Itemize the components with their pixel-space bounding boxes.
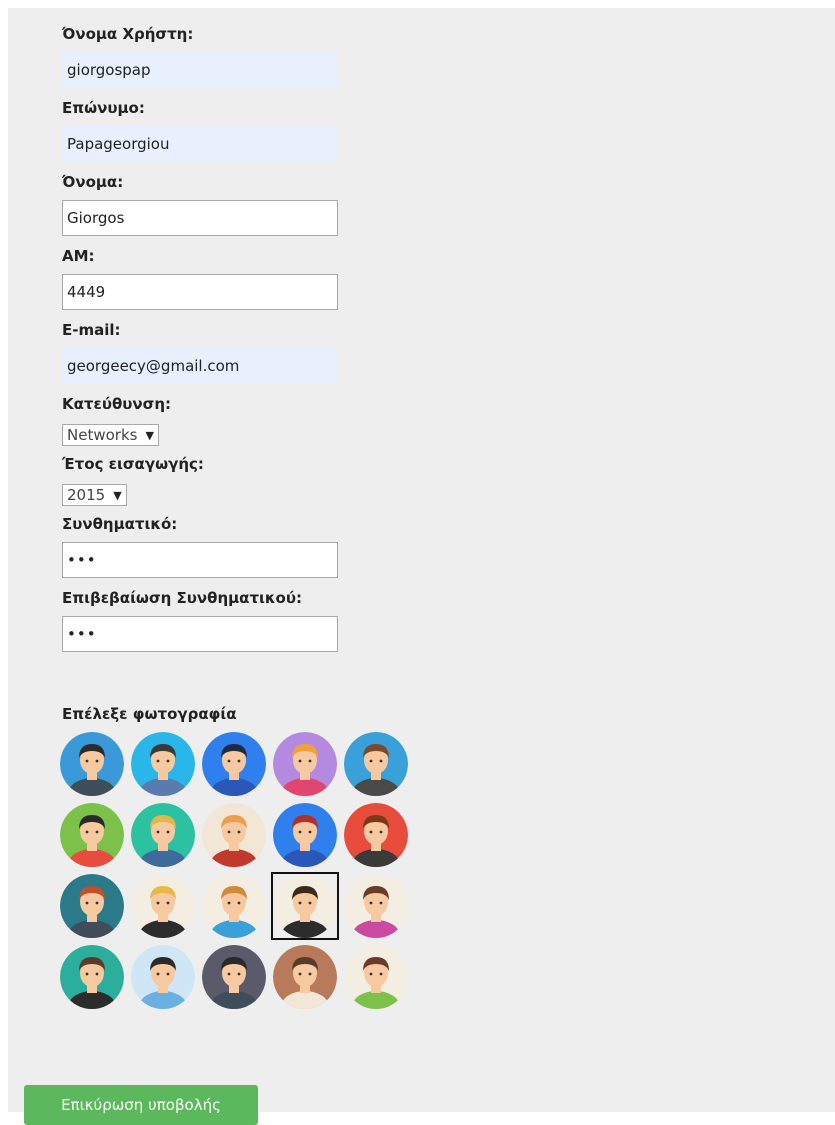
avatar-icon xyxy=(60,945,124,1009)
submit-button[interactable]: Επικύρωση υποβολής xyxy=(24,1085,258,1125)
avatar-option[interactable] xyxy=(129,801,197,869)
registration-form: Όνομα Χρήστη: Επώνυμο: Όνομα: ΑΜ: E-mail… xyxy=(62,22,482,660)
avatar-icon xyxy=(131,945,195,1009)
avatar-icon xyxy=(344,874,408,938)
password-label: Συνθηματικό: xyxy=(62,515,178,533)
avatar-icon xyxy=(131,874,195,938)
avatar-icon xyxy=(273,874,337,938)
avatar-option[interactable] xyxy=(200,801,268,869)
avatar-icon xyxy=(202,945,266,1009)
avatar-option[interactable] xyxy=(129,730,197,798)
avatar-icon xyxy=(344,803,408,867)
password-input[interactable] xyxy=(62,542,338,578)
avatar-option[interactable] xyxy=(271,943,339,1011)
avatar-icon xyxy=(273,803,337,867)
avatar-option[interactable] xyxy=(271,801,339,869)
chevron-down-icon: ▼ xyxy=(145,428,154,442)
avatar-icon xyxy=(273,945,337,1009)
surname-label: Επώνυμο: xyxy=(62,99,145,117)
avatar-icon xyxy=(202,732,266,796)
avatar-icon xyxy=(60,874,124,938)
avatar-option[interactable] xyxy=(271,730,339,798)
surname-input[interactable] xyxy=(62,126,338,162)
avatar-option[interactable] xyxy=(200,872,268,940)
photo-heading: Επέλεξε φωτογραφία xyxy=(62,705,237,723)
avatar-icon xyxy=(273,732,337,796)
avatar-option[interactable] xyxy=(342,872,410,940)
avatar-icon xyxy=(202,874,266,938)
avatar-option[interactable] xyxy=(129,872,197,940)
direction-select[interactable]: Networks ▼ xyxy=(62,424,159,446)
avatar-icon xyxy=(60,732,124,796)
avatar-option[interactable] xyxy=(342,943,410,1011)
avatar-option[interactable] xyxy=(58,730,126,798)
direction-selected-value: Networks xyxy=(67,426,138,444)
year-select[interactable]: 2015 ▼ xyxy=(62,484,127,506)
avatar-option[interactable] xyxy=(342,801,410,869)
avatar-icon xyxy=(344,732,408,796)
avatar-option[interactable] xyxy=(200,943,268,1011)
year-label: Έτος εισαγωγής: xyxy=(62,455,204,473)
password-confirm-input[interactable] xyxy=(62,616,338,652)
avatar-option[interactable] xyxy=(200,730,268,798)
avatar-option[interactable] xyxy=(58,872,126,940)
avatar-icon xyxy=(202,803,266,867)
avatar-option[interactable] xyxy=(271,872,339,940)
email-label: E-mail: xyxy=(62,321,121,339)
avatar-icon xyxy=(344,945,408,1009)
avatar-icon xyxy=(131,803,195,867)
chevron-down-icon: ▼ xyxy=(113,488,122,502)
avatar-option[interactable] xyxy=(58,943,126,1011)
avatar-option[interactable] xyxy=(58,801,126,869)
avatar-icon xyxy=(131,732,195,796)
password-confirm-label: Επιβεβαίωση Συνθηματικού: xyxy=(62,589,302,607)
avatar-icon xyxy=(60,803,124,867)
avatar-option[interactable] xyxy=(342,730,410,798)
direction-label: Κατεύθυνση: xyxy=(62,395,171,413)
username-label: Όνομα Χρήστη: xyxy=(62,25,194,43)
avatar-option[interactable] xyxy=(129,943,197,1011)
year-selected-value: 2015 xyxy=(67,486,106,504)
username-input[interactable] xyxy=(62,52,338,88)
email-input[interactable] xyxy=(62,348,338,384)
firstname-input[interactable] xyxy=(62,200,338,236)
firstname-label: Όνομα: xyxy=(62,173,124,191)
am-input[interactable] xyxy=(62,274,338,310)
am-label: ΑΜ: xyxy=(62,247,95,265)
